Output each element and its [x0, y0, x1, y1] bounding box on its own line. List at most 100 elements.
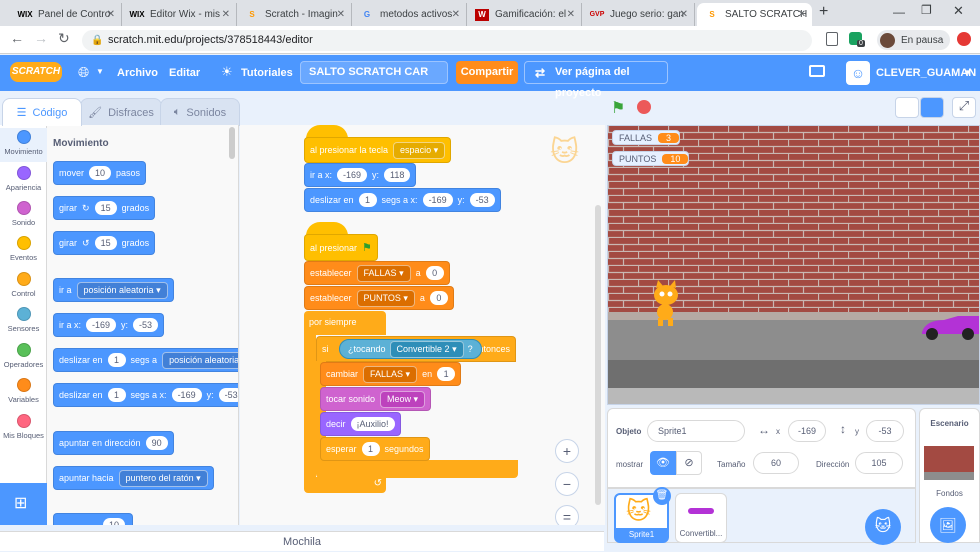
minimize-icon[interactable]: —: [893, 5, 905, 19]
block-dropdown[interactable]: Meow ▾: [380, 390, 426, 408]
y-input[interactable]: -53: [866, 420, 904, 442]
block-input[interactable]: 15: [94, 236, 117, 250]
block-input[interactable]: -53: [469, 193, 495, 207]
tab-costumes[interactable]: 🖌︎ Disfraces: [80, 98, 162, 126]
block-turn-left[interactable]: girar ↺ 15 grados: [53, 231, 156, 255]
block-dropdown[interactable]: FALLAS ▾: [363, 365, 418, 383]
block-point-direction[interactable]: apuntar en dirección 90: [53, 431, 174, 455]
x-input[interactable]: -169: [788, 420, 826, 442]
block-dropdown[interactable]: posición aleatoria ▾: [162, 351, 238, 369]
block-input[interactable]: -53: [218, 388, 238, 402]
window-close-icon[interactable]: ✕: [953, 3, 964, 19]
normal-stage-button[interactable]: [920, 97, 944, 118]
block-if[interactable]: si ¿tocando Convertible 2 ▾ ? entonces: [316, 336, 516, 362]
cat-sprite[interactable]: [648, 280, 684, 326]
category-looks[interactable]: Apariencia: [0, 166, 47, 192]
block-input[interactable]: 1: [107, 353, 126, 367]
tab-sounds[interactable]: 🔈︎ Sonidos: [160, 98, 240, 126]
zoom-out-button[interactable]: −: [555, 472, 579, 496]
category-operators[interactable]: Operadores: [0, 343, 47, 369]
block-move-steps[interactable]: mover 10 pasos: [53, 161, 147, 185]
block-dropdown[interactable]: espacio ▾: [393, 141, 446, 159]
close-icon[interactable]: ✕: [798, 9, 806, 20]
project-title-input[interactable]: SALTO SCRATCH CAR: [300, 61, 448, 84]
fullscreen-icon[interactable]: ⤢: [952, 97, 976, 118]
block-say[interactable]: decir ¡Auxilio!: [320, 412, 401, 436]
stage[interactable]: FALLAS 3 PUNTOS 10: [607, 125, 980, 405]
block-input[interactable]: 1: [358, 193, 377, 207]
zoom-reset-button[interactable]: =: [555, 505, 579, 525]
add-extension-button[interactable]: ⊞: [0, 483, 47, 525]
block-dropdown[interactable]: PUNTOS ▾: [356, 289, 415, 307]
category-events[interactable]: Eventos: [0, 236, 47, 262]
block-dropdown[interactable]: posición aleatoria ▾: [76, 281, 168, 299]
block-input[interactable]: 10: [89, 166, 112, 180]
scratch-logo[interactable]: SCRATCH: [10, 62, 62, 82]
block-turn-right[interactable]: girar ↻ 15 grados: [53, 196, 156, 220]
stage-panel[interactable]: Escenario Fondos 🖼︎: [919, 408, 980, 543]
block-point-towards[interactable]: apuntar hacia puntero del ratón ▾: [53, 466, 214, 490]
close-icon[interactable]: ✕: [452, 9, 460, 20]
close-icon[interactable]: ✕: [337, 9, 345, 20]
block-input[interactable]: -169: [171, 388, 202, 402]
block-glide-xy[interactable]: deslizar en 1 segs a x: -169 y: -53: [304, 188, 501, 212]
browser-tab[interactable]: W Gamificación: el ✕: [467, 3, 582, 26]
close-icon[interactable]: ✕: [107, 9, 115, 20]
green-flag-icon[interactable]: ⚑: [611, 98, 625, 118]
zoom-in-button[interactable]: +: [555, 439, 579, 463]
block-input[interactable]: 90: [145, 436, 168, 450]
block-input[interactable]: 1: [437, 367, 456, 381]
browser-tab[interactable]: S Scratch - Imagin ✕: [237, 3, 352, 26]
block-input[interactable]: 118: [384, 168, 411, 182]
browser-tab[interactable]: Gmetodos activos ✕: [352, 3, 467, 26]
sprite-tile[interactable]: Convertibl...: [675, 493, 727, 543]
close-icon[interactable]: ✕: [567, 9, 575, 20]
block-glide-xy[interactable]: deslizar en 1 segs a x: -169 y: -53: [53, 383, 238, 407]
block-when-flag-clicked[interactable]: al presionar ⚑: [304, 234, 378, 261]
backpack[interactable]: Mochila: [0, 531, 604, 551]
chevron-down-icon[interactable]: ▼: [964, 68, 972, 77]
block-when-key-pressed[interactable]: al presionar la tecla espacio ▾: [304, 137, 452, 163]
block-dropdown[interactable]: puntero del ratón ▾: [118, 469, 208, 487]
block-goto-xy[interactable]: ir a x: -169 y: -53: [53, 313, 165, 337]
block-input[interactable]: 1: [107, 388, 126, 402]
block-glide[interactable]: deslizar en 1 segs a posición aleatoria ▾: [53, 348, 238, 372]
address-bar[interactable]: 🔒 scratch.mit.edu/projects/378518443/edi…: [82, 30, 812, 51]
restore-icon[interactable]: ❐: [921, 3, 932, 17]
globe-icon[interactable]: 🌐︎: [78, 64, 89, 81]
block-touching[interactable]: ¿tocando Convertible 2 ▾ ?: [339, 339, 482, 359]
reload-icon[interactable]: ↻: [58, 30, 70, 47]
document-icon[interactable]: [826, 32, 838, 46]
block-goto[interactable]: ir a posición aleatoria ▾: [53, 278, 174, 302]
palette-scrollbar[interactable]: [229, 127, 235, 159]
my-stuff-folder-icon[interactable]: [809, 65, 825, 77]
ext-red-icon[interactable]: [957, 32, 971, 46]
category-sound[interactable]: Sonido: [0, 201, 47, 227]
category-variables[interactable]: Variables: [0, 378, 47, 404]
category-control[interactable]: Control: [0, 272, 47, 298]
block-wait[interactable]: esperar 1 segundos: [320, 437, 430, 461]
script-scrollbar[interactable]: [595, 205, 601, 505]
category-my-blocks[interactable]: Mis Bloques: [0, 414, 47, 440]
block-dropdown[interactable]: FALLAS ▾: [356, 264, 411, 282]
block-input[interactable]: 15: [94, 201, 117, 215]
block-goto-xy[interactable]: ir a x: -169 y: 118: [304, 163, 417, 187]
variable-monitor-fallas[interactable]: FALLAS 3: [612, 130, 681, 145]
block-play-sound[interactable]: tocar sonido Meow ▾: [320, 387, 432, 411]
block-forever[interactable]: por siempre: [304, 311, 386, 335]
category-motion[interactable]: Movimiento: [0, 130, 47, 156]
share-button[interactable]: Compartir: [456, 61, 518, 84]
block-input[interactable]: -169: [422, 193, 453, 207]
browser-tab[interactable]: GVP Juego serio: gan ✕: [582, 3, 695, 26]
tab-code[interactable]: ☰ Código: [2, 98, 82, 126]
browser-tab-active[interactable]: S SALTO SCRATCH ✕: [697, 3, 812, 26]
menu-tutorials[interactable]: Tutoriales: [241, 67, 293, 79]
menu-edit[interactable]: Editar: [169, 67, 200, 79]
block-input[interactable]: 10: [103, 518, 126, 525]
profile-chip[interactable]: En pausa: [877, 30, 950, 50]
browser-tab[interactable]: WIX Editor Wix - mis ✕: [122, 3, 237, 26]
block-input[interactable]: 1: [361, 442, 380, 456]
username[interactable]: CLEVER_GUAMAN: [876, 67, 976, 79]
block-input[interactable]: 0: [429, 291, 448, 305]
close-icon[interactable]: ✕: [222, 9, 230, 20]
